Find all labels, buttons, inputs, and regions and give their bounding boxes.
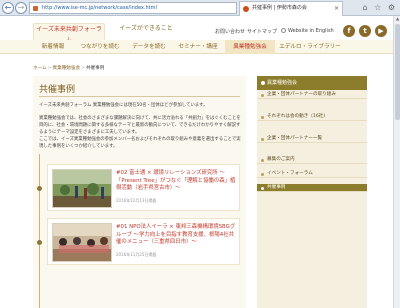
site-header: イーズ未来共創フォーラム イーズができること お問い合わせ サイトマップ Web… bbox=[0, 16, 400, 44]
sidebar-item-partner-list[interactable]: 企業・団体パートナー一覧 bbox=[257, 135, 367, 143]
twitter-icon[interactable]: t bbox=[359, 25, 371, 37]
browser-toolbar: ← → http://www.ise-mc.jp/network/case/in… bbox=[0, 0, 400, 16]
intro-paragraph: 異業種勉強会では、社会のさまざまな課題解決に向けて、共に活力溢れる「共創力」をは… bbox=[39, 116, 241, 135]
bullet-icon bbox=[261, 187, 264, 190]
intro-paragraph: ここでは、イーズ異業種勉強会の参加メンバー名およびそれぞれの取り組みや意義を選出… bbox=[39, 137, 241, 149]
sidebar-item-label: 企業・団体パートナーの取り組み bbox=[267, 92, 336, 97]
page-icon bbox=[33, 6, 38, 11]
nav-data[interactable]: データを読む bbox=[127, 40, 171, 54]
breadcrumb-parent[interactable]: 異業種勉強会 bbox=[53, 66, 81, 71]
nav-news[interactable]: 新着情報 bbox=[33, 40, 73, 54]
sidebar-item-partner-activities[interactable]: 企業・団体パートナーの取り組み bbox=[257, 91, 367, 99]
breadcrumb-home[interactable]: ホーム bbox=[33, 66, 47, 71]
tab-forum[interactable]: イーズ未来共創フォーラム bbox=[33, 23, 105, 44]
bullet-icon bbox=[261, 116, 264, 119]
case-card[interactable]: #02 富士通 × 環境リレーションズ研究所 〜「Present Tree」がつ… bbox=[47, 164, 240, 211]
main-content: 共催事例 イーズ未来共創フォーラム 異業種勉強会には現在50名・団体ほどが参加し… bbox=[33, 76, 246, 308]
case-thumbnail[interactable] bbox=[52, 223, 112, 262]
case-date: 2016年11月25日掲載 bbox=[116, 252, 157, 257]
case-title[interactable]: #01 NPO法人イーラ × 東邦三森機構環境SBGグループ 〜学力向上を目指す… bbox=[116, 224, 237, 247]
case-title[interactable]: #02 富士通 × 環境リレーションズ研究所 〜「Present Tree」がつ… bbox=[116, 170, 237, 193]
title-divider bbox=[39, 96, 240, 97]
tab-eeds[interactable]: イーズができること bbox=[110, 23, 182, 40]
bullet-icon bbox=[261, 159, 264, 162]
sidebar: 異業種勉強会 企業・団体パートナーの取り組み それぞれは会の動き（16社) 企業… bbox=[257, 76, 367, 308]
page-title: 共催事例 bbox=[39, 85, 76, 95]
sidebar-item-label: それぞれは会の動き（16社) bbox=[267, 114, 326, 119]
case-card[interactable]: #01 NPO法人イーラ × 東邦三森機構環境SBGグループ 〜学力向上を目指す… bbox=[47, 218, 240, 265]
browser-tab[interactable]: 共催事例 | 伊勢市森の会 × bbox=[239, 1, 343, 16]
sidebar-heading[interactable]: 異業種勉強会 bbox=[257, 76, 367, 90]
back-button[interactable]: ← bbox=[2, 2, 14, 14]
breadcrumb: ホーム>異業種勉強会>共催事例 bbox=[33, 65, 104, 71]
close-icon[interactable]: × bbox=[334, 2, 339, 15]
case-date: 2016年12月13日掲載 bbox=[116, 198, 157, 203]
sidebar-item-label: イベント・フォーラム bbox=[267, 171, 313, 176]
page-body: ホーム>異業種勉強会>共催事例 共催事例 イーズ未来共創フォーラム 異業種勉強会… bbox=[0, 54, 400, 308]
case-thumbnail[interactable] bbox=[52, 169, 112, 208]
browser-icons[interactable]: ⌂ ☆ ⚙ bbox=[362, 3, 397, 12]
nav-study-group[interactable]: 異業種勉強会 bbox=[225, 40, 275, 54]
scroll-up-icon[interactable]: ▲ bbox=[394, 16, 400, 23]
english-label: Website in English bbox=[288, 28, 334, 34]
nav-seminar[interactable]: セミナー・講座 bbox=[173, 40, 223, 54]
facebook-icon[interactable]: f bbox=[343, 25, 355, 37]
breadcrumb-separator: > bbox=[47, 66, 52, 71]
sitemap-link[interactable]: サイトマップ bbox=[247, 28, 277, 35]
tab-title: 共催事例 | 伊勢市森の会 bbox=[252, 5, 307, 11]
intro-paragraph: イーズ未来共創フォーラム 異業種勉強会には現在50名・団体ほどが参加しています。 bbox=[39, 103, 208, 108]
sidebar-item-cases[interactable]: 共催事例 bbox=[257, 184, 367, 192]
timeline-dot bbox=[37, 240, 42, 245]
forward-button[interactable]: → bbox=[15, 2, 27, 14]
breadcrumb-current: 共催事例 bbox=[85, 66, 105, 71]
sidebar-item-label: 募集のご案内 bbox=[267, 157, 295, 162]
sidebar-item-label: 企業・団体パートナー一覧 bbox=[267, 136, 323, 141]
main-nav: 新着情報 つながりを読む データを読む セミナー・講座 異業種勉強会 エデルロ・… bbox=[0, 40, 400, 54]
bullet-icon bbox=[261, 138, 264, 141]
favicon-icon bbox=[243, 6, 249, 12]
sidebar-item-label: 共催事例 bbox=[267, 185, 286, 190]
sidebar-item-group-moves[interactable]: それぞれは会の動き（16社) bbox=[257, 113, 367, 121]
english-link[interactable]: Website in English bbox=[281, 28, 334, 34]
url-text: http://www.ise-mc.jp/network/case/index.… bbox=[42, 5, 157, 11]
case-photo-forest bbox=[53, 170, 111, 207]
globe-icon bbox=[281, 28, 286, 33]
sidebar-item-events[interactable]: イベント・フォーラム bbox=[257, 170, 367, 178]
timeline-line bbox=[39, 154, 40, 308]
bullet-icon bbox=[261, 173, 264, 176]
inquiry-link[interactable]: お問い合わせ bbox=[215, 28, 245, 35]
bullet-icon bbox=[261, 94, 264, 97]
scrollbar-thumb[interactable] bbox=[395, 24, 400, 120]
nav-connections[interactable]: つながりを読む bbox=[75, 40, 125, 54]
address-bar[interactable]: http://www.ise-mc.jp/network/case/index.… bbox=[29, 2, 237, 14]
case-photo-classroom bbox=[53, 224, 111, 261]
nav-library[interactable]: エデルロ・ライブラリー bbox=[277, 40, 343, 54]
page-scrollbar[interactable]: ▲ bbox=[393, 16, 400, 308]
sidebar-item-recruitment[interactable]: 募集のご案内 bbox=[257, 156, 367, 164]
timeline-dot bbox=[37, 186, 42, 191]
youtube-icon[interactable]: ▶ bbox=[375, 25, 387, 37]
breadcrumb-separator: > bbox=[81, 66, 85, 71]
